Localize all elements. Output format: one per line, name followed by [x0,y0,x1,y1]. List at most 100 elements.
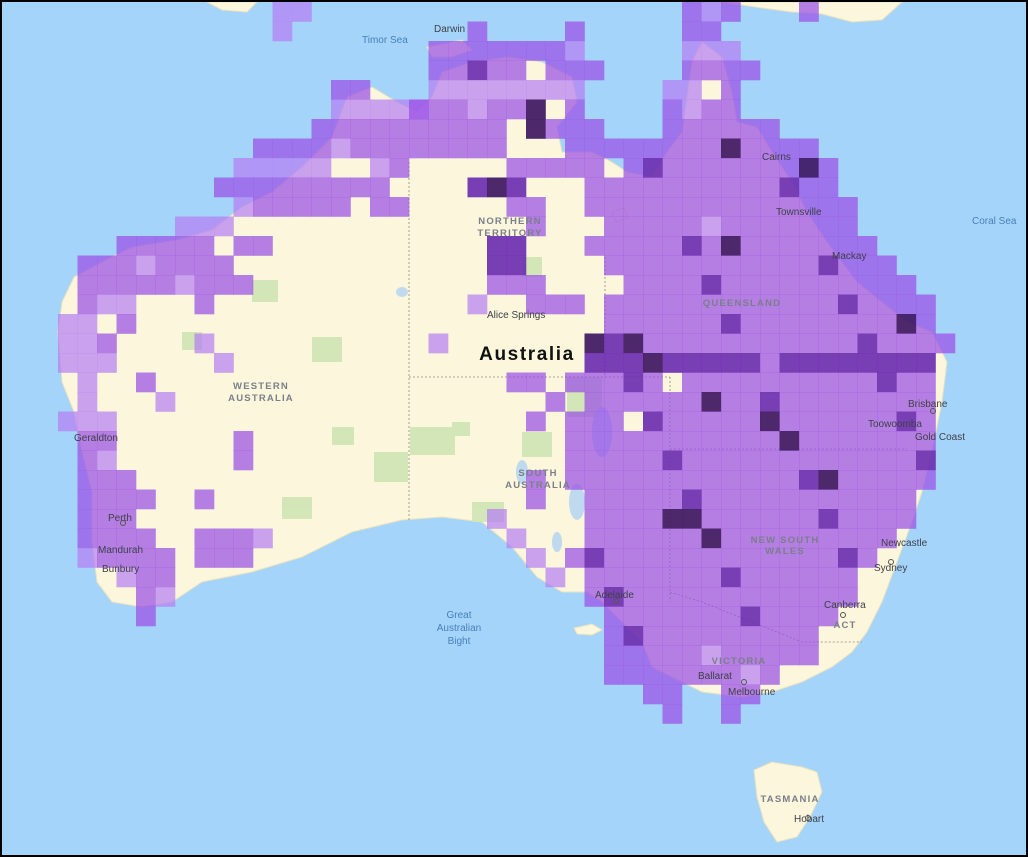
grid-cell [604,236,624,256]
grid-cell [311,197,332,217]
grid-cell [916,372,936,393]
grid-cell [77,255,98,276]
grid-cell [701,21,722,42]
grid-cell [604,450,624,471]
grid-cell [623,372,644,393]
grid-cell [779,470,800,490]
australia-occurrence-map[interactable]: Timor Sea Coral Sea Great Australian Big… [2,2,1026,855]
grid-cell [682,509,702,529]
grid-cell [448,60,468,81]
grid-cell [857,372,878,393]
grid-cell [584,528,605,549]
grid-cell [97,489,117,510]
grid-cell [896,294,917,315]
grid-cell [116,236,137,256]
vic-label: VICTORIA [712,656,767,667]
grid-cell [916,450,936,471]
grid-cell [487,80,507,100]
grid-cell [682,2,702,22]
grid-cell [935,333,956,354]
grid-cell [604,489,624,510]
grid-cell [604,509,624,529]
grid-cell [97,333,117,354]
grid-cell [779,294,800,315]
grid-cell [389,99,410,120]
grid-cell [916,470,936,490]
grid-cell [682,372,702,393]
grid-cell [896,314,917,334]
grid-cell [350,177,371,198]
grid-cell [604,353,624,373]
map-frame[interactable]: Timor Sea Coral Sea Great Australian Big… [0,0,1028,857]
grid-cell [760,470,780,490]
grid-cell [214,548,234,568]
grid-cell [760,255,780,276]
grid-cell [311,138,332,159]
grid-cell [662,684,683,705]
grid-cell [77,294,98,315]
grid-cell [721,275,741,295]
grid-cell [545,60,566,81]
grid-cell [136,372,156,393]
grid-cell [857,450,878,471]
grid-cell [565,99,585,120]
grid-cell [58,314,78,334]
grid-cell [506,177,527,198]
grid-cell [643,606,663,627]
grid-cell [896,431,917,451]
nt-label-1: NORTHERN [478,216,541,227]
grid-cell [526,158,546,178]
grid-cell [838,470,858,490]
grid-cell [740,197,761,217]
grid-cell [389,158,410,178]
grid-cell [721,41,741,61]
grid-cell [740,606,761,627]
grid-cell [740,119,761,139]
grid-cell [662,470,683,490]
grid-cell [682,392,702,412]
wa-label-1: WESTERN [233,381,289,392]
grid-cell [682,197,702,217]
grid-cell [565,372,585,393]
grid-cell [623,275,644,295]
grid-cell [604,294,624,315]
grid-cell [77,509,98,529]
grid-cell [779,626,800,646]
grid-cell [818,470,839,490]
grid-cell [760,489,780,510]
grid-cell [682,60,702,81]
grid-cell [214,177,234,198]
grid-cell [701,567,722,588]
grid-cell [682,314,702,334]
grid-cell [799,431,819,451]
grid-cell [643,411,663,432]
grid-cell [116,255,137,276]
grid-cell [584,236,605,256]
grid-cell [682,80,702,100]
timor-sea-label: Timor Sea [362,35,408,46]
grid-cell [721,119,741,139]
grid-cell [643,372,663,393]
grid-cell [896,450,917,471]
grid-cell [194,275,215,295]
grid-cell [623,606,644,627]
grid-cell [701,333,722,354]
grid-cell [760,567,780,588]
grid-cell [623,177,644,198]
grid-cell [623,567,644,588]
grid-cell [662,431,683,451]
grid-cell [350,80,371,100]
grid-cell [467,80,488,100]
grid-cell [662,411,683,432]
grid-cell [623,255,644,276]
grid-cell [662,236,683,256]
grid-cell [58,411,78,432]
city-cairns: Cairns [762,152,791,163]
grid-cell [604,470,624,490]
city-darwin: Darwin [434,24,465,35]
grid-cell [77,392,98,412]
grid-cell [506,372,527,393]
grid-cell [721,528,741,549]
grid-cell [584,353,605,373]
grid-cell [662,489,683,510]
